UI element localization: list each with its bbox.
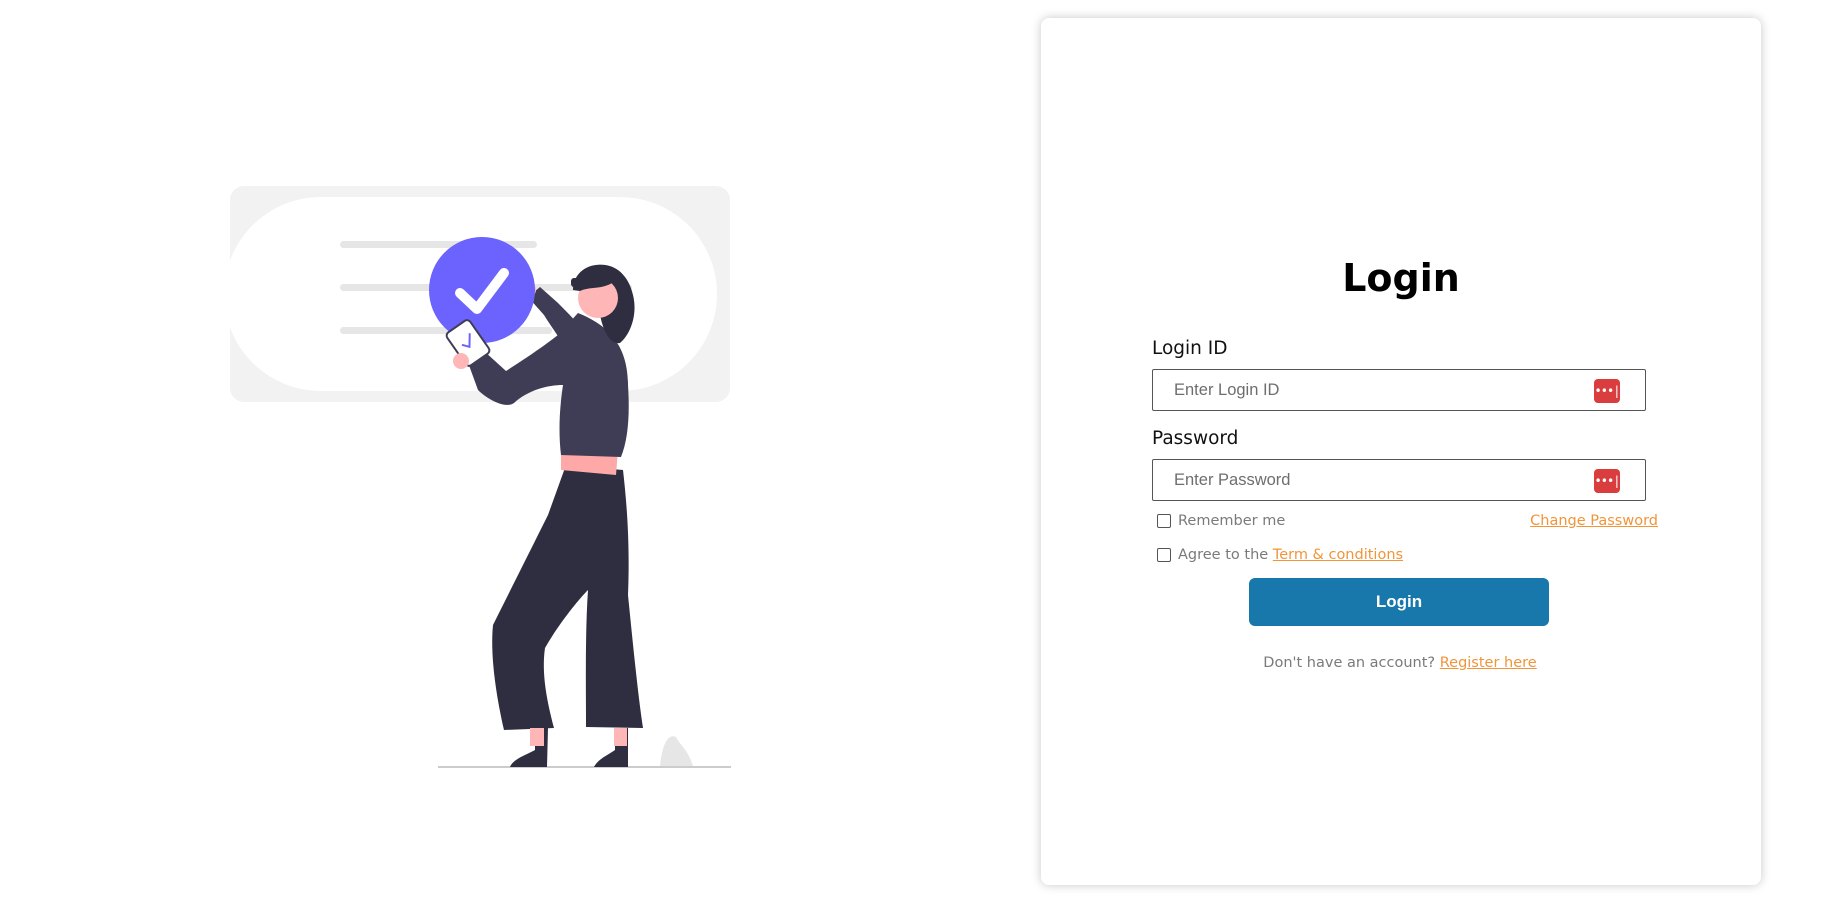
login-card: Login Login ID •••| Password •••| Rememb… (1041, 18, 1761, 885)
login-form: Login Login ID •••| Password •••| Rememb… (1150, 253, 1658, 673)
agree-terms-text: Agree to the Term & conditions (1178, 545, 1403, 565)
agree-prefix: Agree to the (1178, 547, 1269, 563)
checkmark-circle-icon (429, 237, 535, 343)
change-password-link[interactable]: Change Password (1530, 511, 1658, 531)
login-title: Login (1342, 256, 1460, 300)
login-id-field-wrapper: •••| (1152, 369, 1646, 411)
login-illustration (228, 185, 733, 775)
password-manager-icon[interactable]: •••| (1594, 469, 1620, 493)
remember-me-label: Remember me (1178, 513, 1286, 529)
terms-row: Agree to the Term & conditions (1152, 545, 1652, 567)
login-button[interactable]: Login (1249, 578, 1549, 626)
password-manager-icon[interactable]: •••| (1594, 379, 1620, 403)
no-account-text: Don't have an account? (1263, 655, 1436, 671)
register-link[interactable]: Register here (1440, 655, 1537, 671)
remember-me-checkbox[interactable] (1157, 514, 1171, 528)
remember-row: Remember me Change Password (1152, 511, 1658, 533)
terms-link[interactable]: Term & conditions (1273, 547, 1403, 563)
login-id-label: Login ID (1152, 338, 1228, 359)
register-row: Don't have an account? Register here (1150, 653, 1650, 673)
login-id-input[interactable] (1153, 370, 1645, 410)
password-label: Password (1152, 428, 1239, 449)
agree-terms-checkbox[interactable] (1157, 548, 1171, 562)
login-page: Login Login ID •••| Password •••| Rememb… (0, 0, 1840, 917)
password-input[interactable] (1153, 460, 1645, 500)
password-field-wrapper: •••| (1152, 459, 1646, 501)
